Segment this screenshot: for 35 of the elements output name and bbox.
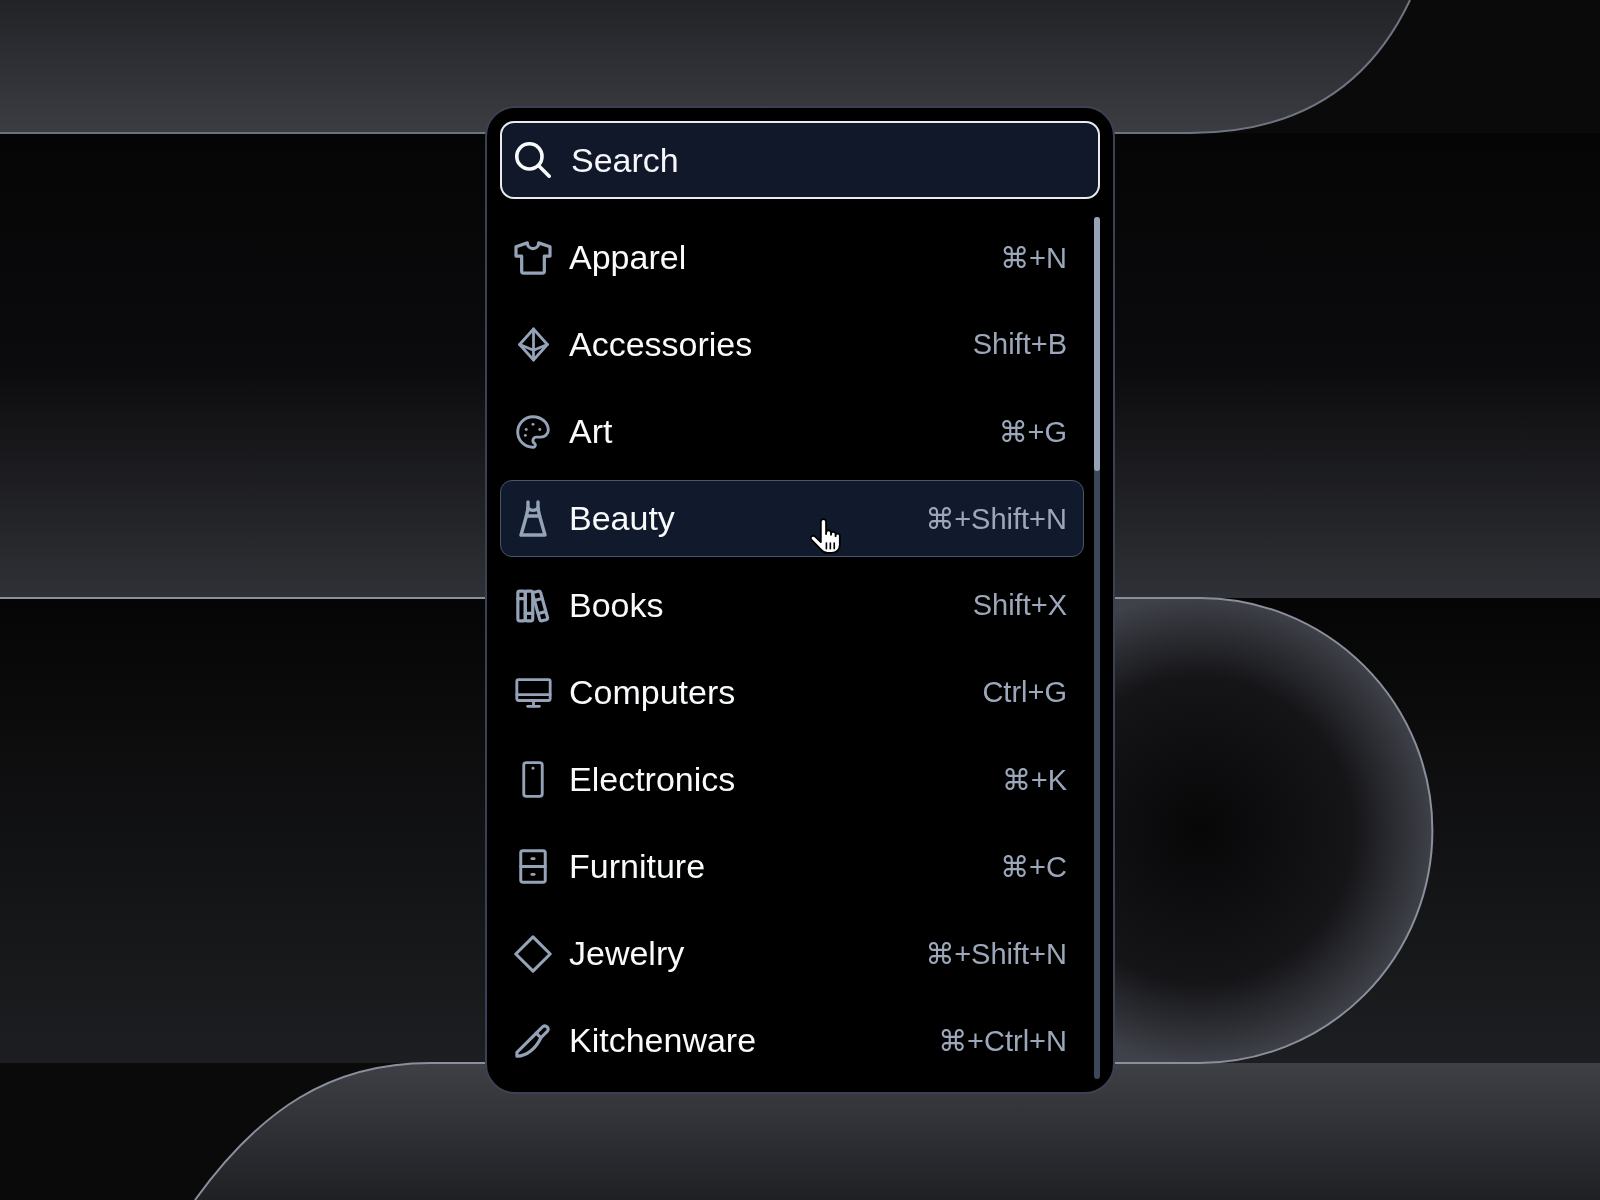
menu-item[interactable]: Electronics ⌘+K: [500, 741, 1084, 818]
shortcut-hint: ⌘+Shift+N: [925, 936, 1067, 971]
menu-item[interactable]: Furniture ⌘+C: [500, 828, 1084, 905]
menu-item[interactable]: Apparel ⌘+N: [500, 219, 1084, 296]
knife-icon: [514, 1023, 552, 1058]
shortcut-hint: ⌘+N: [1000, 240, 1067, 275]
palette-icon: [516, 414, 550, 449]
search-icon: [515, 142, 551, 178]
cabinet-icon: [519, 849, 547, 884]
menu-item[interactable]: Books Shift+X: [500, 567, 1084, 644]
menu-item[interactable]: Accessories Shift+B: [500, 306, 1084, 383]
monitor-icon: [514, 677, 552, 708]
shortcut-hint: Ctrl+G: [982, 676, 1067, 709]
dress-icon: [519, 500, 547, 537]
shortcut-hint: ⌘+C: [1000, 849, 1067, 884]
shortcut-hint: ⌘+Shift+N: [925, 501, 1067, 536]
menu-item[interactable]: Kitchenware ⌘+Ctrl+N: [500, 1002, 1084, 1079]
gem-icon: [517, 327, 549, 362]
scrollbar[interactable]: [1094, 217, 1100, 1079]
menu-item[interactable]: Beauty ⌘+Shift+N: [500, 480, 1084, 557]
menu-item[interactable]: Computers Ctrl+G: [500, 654, 1084, 731]
shortcut-hint: ⌘+G: [998, 414, 1067, 449]
diamond-icon: [514, 934, 552, 973]
scrollbar-thumb[interactable]: [1094, 217, 1100, 471]
menu-item[interactable]: Art ⌘+G: [500, 393, 1084, 470]
search-field[interactable]: Search: [500, 121, 1100, 199]
shortcut-hint: ⌘+K: [1001, 762, 1067, 797]
shortcut-hint: Shift+B: [972, 328, 1067, 361]
shortcut-hint: ⌘+Ctrl+N: [938, 1023, 1067, 1058]
shirt-icon: [514, 240, 552, 275]
hand-pointer-icon: [810, 518, 841, 554]
phone-icon: [522, 761, 544, 798]
books-icon: [516, 588, 550, 623]
shortcut-hint: Shift+X: [972, 589, 1067, 622]
menu-item[interactable]: Jewelry ⌘+Shift+N: [500, 915, 1084, 992]
